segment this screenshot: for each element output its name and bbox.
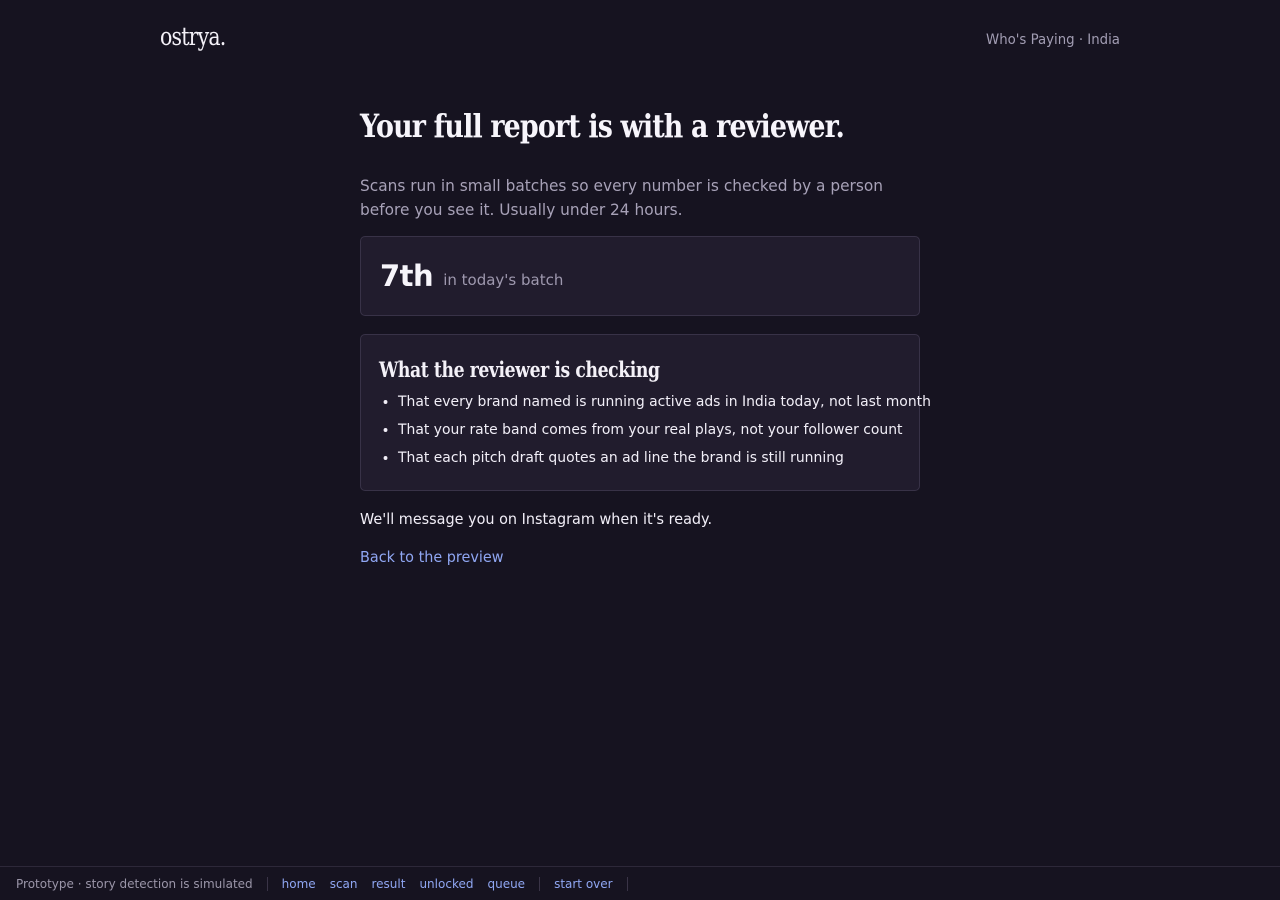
back-to-preview-link[interactable]: Back to the preview — [360, 548, 504, 566]
checklist-item: That each pitch draft quotes an ad line … — [398, 444, 881, 472]
queue-position-card: 7th in today's batch — [360, 236, 920, 316]
footer-link-unlocked[interactable]: unlocked — [419, 877, 473, 891]
lead-text: Scans run in small batches so every numb… — [360, 176, 883, 219]
footer-link-scan[interactable]: scan — [330, 877, 358, 891]
main-content: Your full report is with a reviewer. Sca… — [360, 104, 931, 566]
footer-link-result[interactable]: result — [372, 877, 406, 891]
checklist: That every brand named is running active… — [379, 388, 931, 472]
footer-link-home[interactable]: home — [282, 877, 316, 891]
queue-rank: 7th — [380, 259, 434, 293]
product-label: Who's Paying · India — [986, 32, 1120, 48]
checklist-item: That your rate band comes from your real… — [398, 416, 902, 444]
footer-divider — [266, 876, 268, 891]
page-title: Your full report is with a reviewer. — [360, 107, 845, 145]
queue-rank-label: in today's batch — [443, 271, 564, 289]
footer-divider — [626, 876, 628, 891]
footer-note: Prototype · story detection is simulated — [16, 876, 253, 891]
notification-note: We'll message you on Instagram when it's… — [360, 510, 713, 528]
start-over-link[interactable]: start over — [554, 877, 613, 891]
checklist-title: What the reviewer is checking — [379, 357, 660, 382]
logo[interactable]: ostrya. — [160, 22, 226, 51]
review-checklist-card: What the reviewer is checking That every… — [360, 334, 931, 491]
footer-link-queue[interactable]: queue — [487, 877, 525, 891]
footer-divider — [539, 876, 541, 891]
checklist-item: That every brand named is running active… — [398, 388, 931, 416]
top-bar: ostrya. Who's Paying · India — [0, 0, 1280, 80]
prototype-footer: Prototype · story detection is simulated… — [0, 866, 1280, 900]
